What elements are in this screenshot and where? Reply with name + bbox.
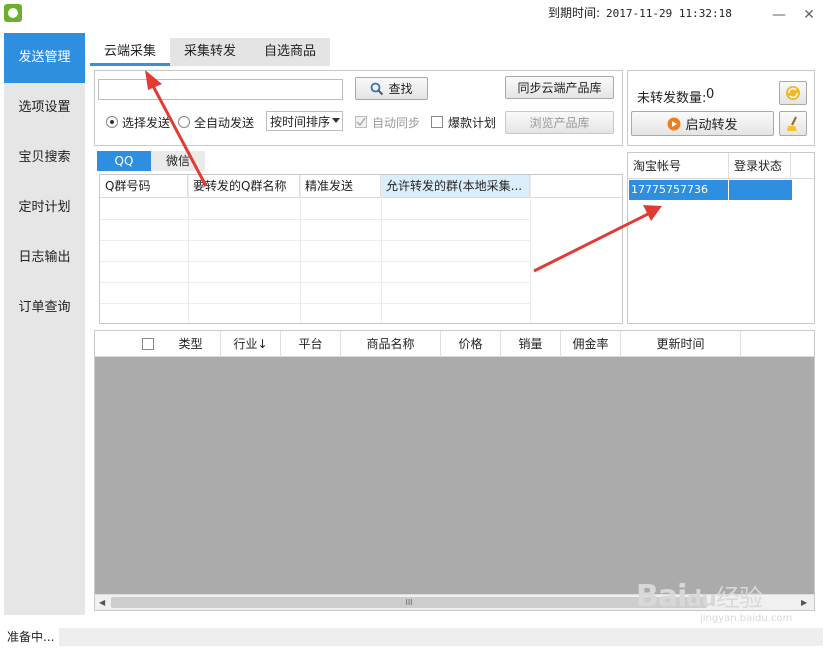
arrow-head-account: [643, 205, 662, 221]
arrow-head-tab: [145, 70, 162, 90]
annotation-arrows: [145, 70, 662, 273]
arrow-to-account: [533, 212, 649, 273]
arrow-to-tab: [150, 83, 208, 187]
